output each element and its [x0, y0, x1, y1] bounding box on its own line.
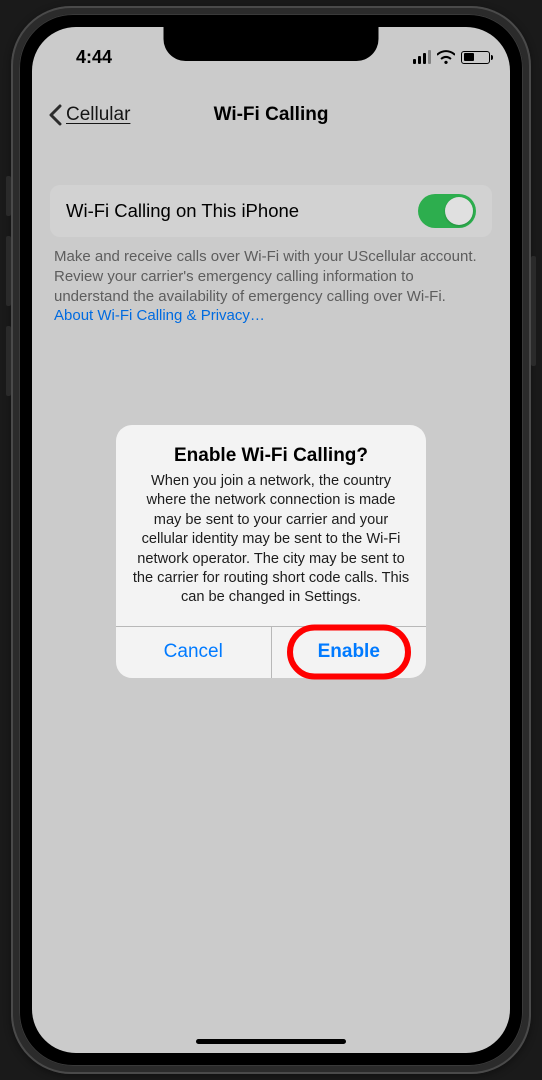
- enable-label: Enable: [318, 641, 380, 663]
- volume-down-button: [6, 326, 11, 396]
- enable-button[interactable]: Enable: [272, 627, 427, 678]
- alert-overlay: Enable Wi-Fi Calling? When you join a ne…: [32, 27, 510, 1053]
- phone-bezel: 4:44 Cellular Wi-Fi Calling: [19, 14, 523, 1066]
- phone-frame: 4:44 Cellular Wi-Fi Calling: [11, 6, 531, 1074]
- power-button: [531, 256, 536, 366]
- cancel-label: Cancel: [164, 641, 223, 663]
- alert-message: When you join a network, the country whe…: [132, 472, 410, 608]
- alert-title: Enable Wi-Fi Calling?: [132, 445, 410, 467]
- screen: 4:44 Cellular Wi-Fi Calling: [32, 27, 510, 1053]
- cancel-button[interactable]: Cancel: [116, 627, 272, 678]
- alert-dialog: Enable Wi-Fi Calling? When you join a ne…: [116, 425, 426, 678]
- volume-up-button: [6, 236, 11, 306]
- mute-switch: [6, 176, 11, 216]
